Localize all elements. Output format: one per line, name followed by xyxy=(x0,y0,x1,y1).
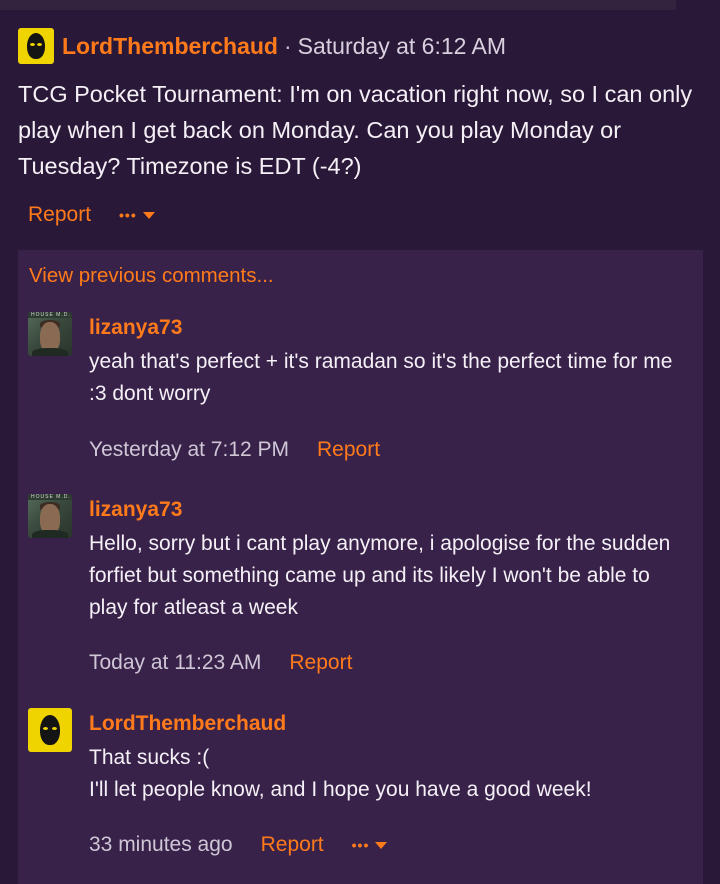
more-menu-button[interactable]: ••• xyxy=(119,207,155,223)
avatar-tag-text: HOUSE M.D. xyxy=(31,312,71,318)
report-link[interactable]: Report xyxy=(289,651,352,675)
comment-actions: 33 minutes ago Report ••• xyxy=(89,833,388,857)
post-body: TCG Pocket Tournament: I'm on vacation r… xyxy=(18,81,693,179)
comment-item: HOUSE M.D. lizanya73 yeah that's perfect… xyxy=(28,312,688,472)
report-link[interactable]: Report xyxy=(317,438,380,462)
comment-text-line: I'll let people know, and I hope you hav… xyxy=(89,778,592,801)
comment-actions: Yesterday at 7:12 PM Report xyxy=(89,438,380,462)
profile-post: LordThemberchaud · Saturday at 6:12 AM T… xyxy=(18,28,704,230)
more-menu-button[interactable]: ••• xyxy=(352,837,388,853)
post-username[interactable]: LordThemberchaud xyxy=(62,33,278,60)
caret-down-icon xyxy=(375,841,388,849)
post-header: LordThemberchaud · Saturday at 6:12 AM xyxy=(18,28,704,64)
header-separator: · xyxy=(283,32,292,59)
avatar[interactable]: HOUSE M.D. xyxy=(28,312,72,356)
ellipsis-icon: ••• xyxy=(119,207,137,223)
mask-icon xyxy=(27,33,45,59)
report-link[interactable]: Report xyxy=(28,203,91,227)
post-timestamp[interactable]: Saturday at 6:12 AM xyxy=(298,33,506,60)
comment-actions: Today at 11:23 AM Report xyxy=(89,651,352,675)
comment-item: LordThemberchaud That sucks :( I'll let … xyxy=(28,708,688,868)
comments-panel: View previous comments... HOUSE M.D. liz… xyxy=(18,250,703,884)
report-link[interactable]: Report xyxy=(261,833,324,857)
top-bar-notch xyxy=(676,0,720,10)
avatar-tag-text: HOUSE M.D. xyxy=(31,494,71,500)
comment-username[interactable]: LordThemberchaud xyxy=(89,712,286,736)
comment-text: Hello, sorry but i cant play anymore, i … xyxy=(89,532,671,619)
comment-text-line: That sucks :( xyxy=(89,746,210,769)
view-previous-comments-link[interactable]: View previous comments... xyxy=(29,264,274,288)
post-actions: Report ••• xyxy=(28,200,704,230)
avatar[interactable] xyxy=(18,28,54,64)
avatar[interactable] xyxy=(28,708,72,752)
comment-text: yeah that's perfect + it's ramadan so it… xyxy=(89,350,673,405)
caret-down-icon xyxy=(142,211,155,219)
comment-username[interactable]: lizanya73 xyxy=(89,316,182,340)
comment-username[interactable]: lizanya73 xyxy=(89,498,182,522)
comment-timestamp[interactable]: 33 minutes ago xyxy=(89,833,233,857)
comment-text: That sucks :( I'll let people know, and … xyxy=(89,742,694,806)
comment-item: HOUSE M.D. lizanya73 Hello, sorry but i … xyxy=(28,494,688,684)
mask-icon xyxy=(40,715,60,745)
top-bar xyxy=(0,0,720,10)
ellipsis-icon: ••• xyxy=(351,837,370,853)
avatar[interactable]: HOUSE M.D. xyxy=(28,494,72,538)
comment-timestamp[interactable]: Today at 11:23 AM xyxy=(89,651,261,675)
comment-timestamp[interactable]: Yesterday at 7:12 PM xyxy=(89,438,289,462)
